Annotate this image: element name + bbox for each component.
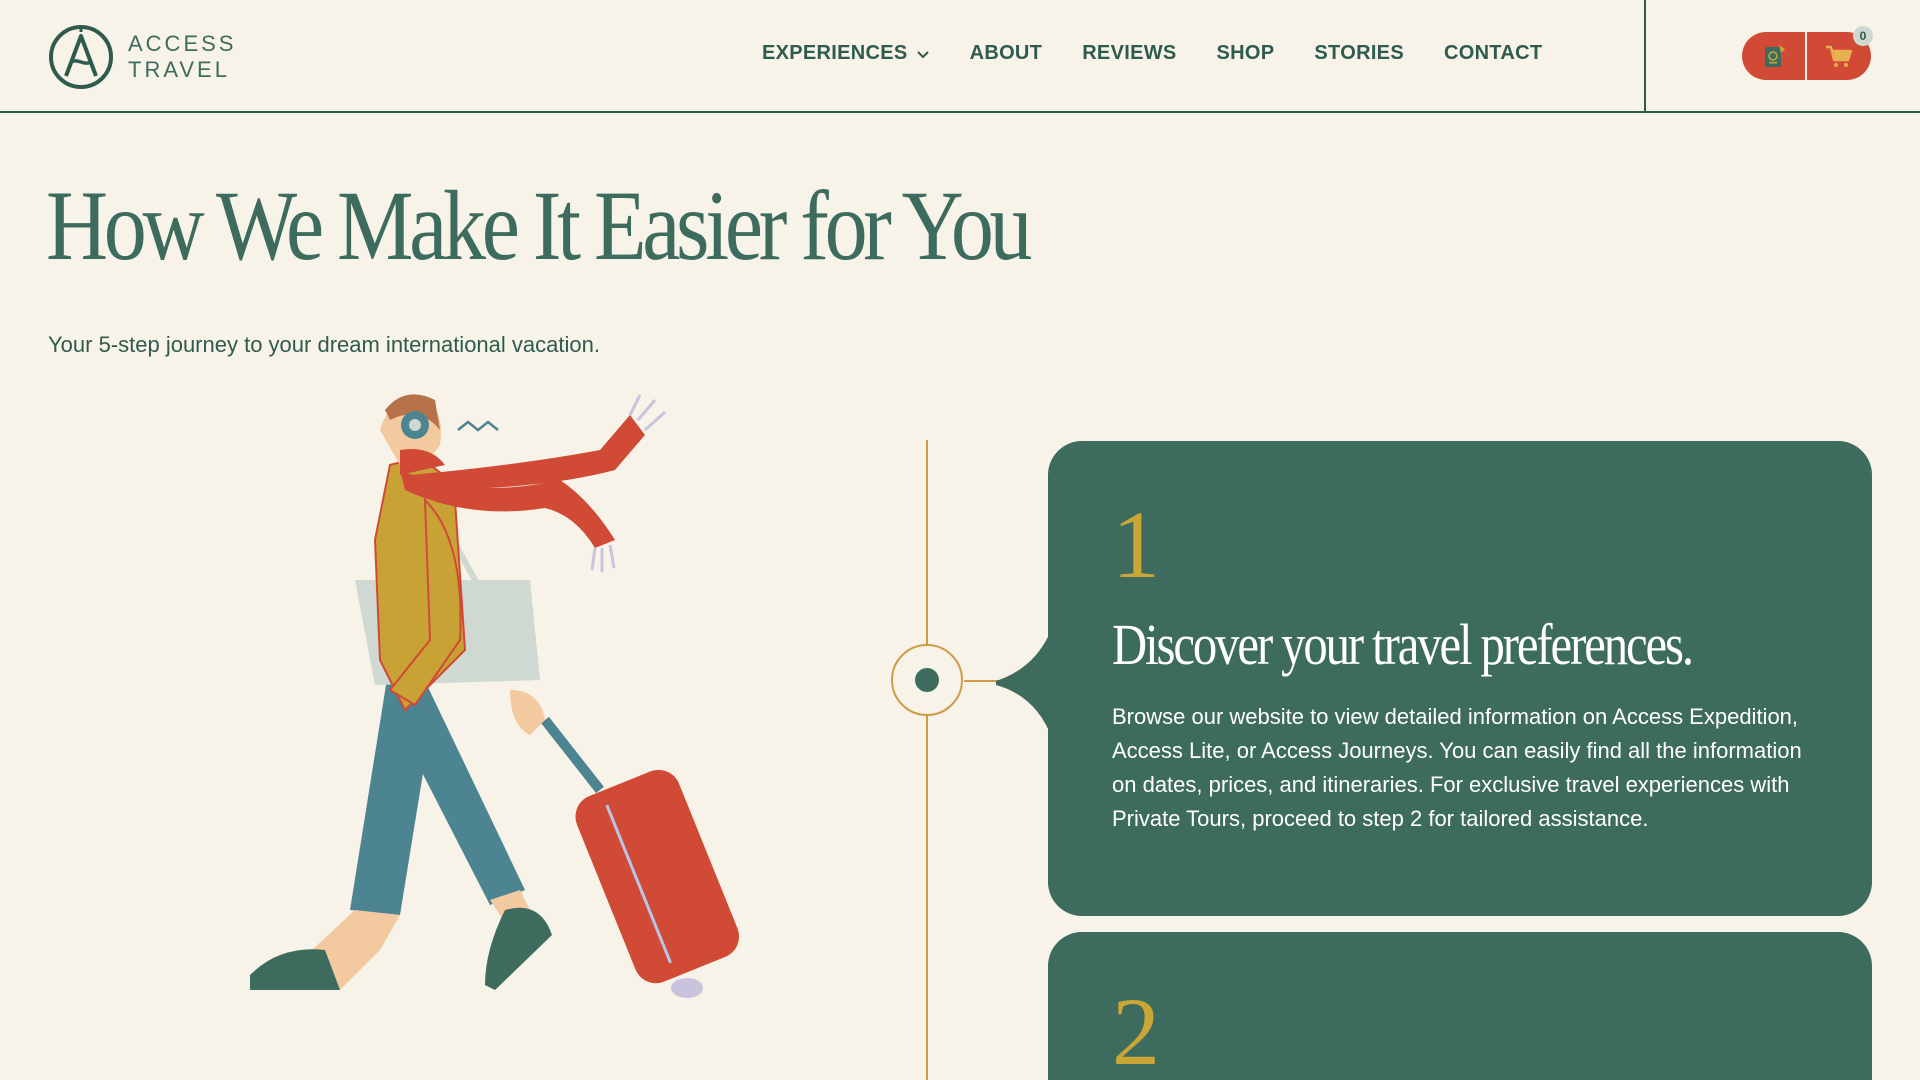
logo-text: ACCESS TRAVEL [128, 31, 236, 83]
nav-item-reviews[interactable]: REVIEWS [1082, 42, 1176, 65]
logo-mark-icon [49, 25, 113, 89]
nav-item-stories[interactable]: STORIES [1314, 42, 1404, 65]
timeline-step-1-marker [891, 644, 963, 716]
page-subtitle: Your 5-step journey to your dream intern… [48, 332, 600, 357]
cart-count-badge: 0 [1853, 26, 1873, 46]
card-pointer [996, 628, 1052, 738]
nav-item-label: STORIES [1314, 42, 1404, 64]
header-actions: 0 [1742, 26, 1873, 80]
main-nav: EXPERIENCES ABOUT REVIEWS SHOP STORIES C… [762, 42, 1582, 65]
passport-button[interactable] [1742, 32, 1805, 80]
traveler-illustration [250, 394, 740, 998]
nav-item-shop[interactable]: SHOP [1217, 42, 1275, 65]
nav-item-experiences[interactable]: EXPERIENCES [762, 42, 930, 65]
nav-item-label: SHOP [1216, 42, 1275, 64]
nav-item-label: ABOUT [969, 42, 1043, 64]
passport-icon [1764, 45, 1785, 67]
site-logo[interactable]: ACCESS TRAVEL [48, 24, 236, 90]
chevron-down-icon [916, 50, 929, 58]
step-number: 2 [1112, 978, 1160, 1080]
step-title: Discover your travel preferences. [1112, 612, 1694, 677]
step-description: Browse our website to view detailed info… [1112, 704, 1802, 831]
timeline-line [926, 440, 928, 1080]
nav-item-label: REVIEWS [1082, 42, 1177, 64]
logo-line-2: TRAVEL [128, 57, 230, 82]
site-header: ACCESS TRAVEL EXPERIENCES ABOUT REVIEWS … [0, 0, 1920, 113]
page-title: How We Make It Easier for You [46, 170, 1033, 281]
nav-item-label: EXPERIENCES [762, 42, 908, 64]
cart-button[interactable]: 0 [1807, 26, 1873, 80]
step-card-1: 1 Discover your travel preferences. Brow… [1048, 441, 1872, 916]
step-number: 1 [1112, 491, 1160, 598]
header-divider [1644, 0, 1646, 113]
cart-icon [1826, 45, 1853, 67]
logo-line-1: ACCESS [128, 31, 237, 56]
nav-item-contact[interactable]: CONTACT [1444, 42, 1542, 65]
nav-item-about[interactable]: ABOUT [970, 42, 1043, 65]
nav-item-label: CONTACT [1443, 42, 1543, 64]
step-card-2: 2 [1048, 932, 1872, 1080]
